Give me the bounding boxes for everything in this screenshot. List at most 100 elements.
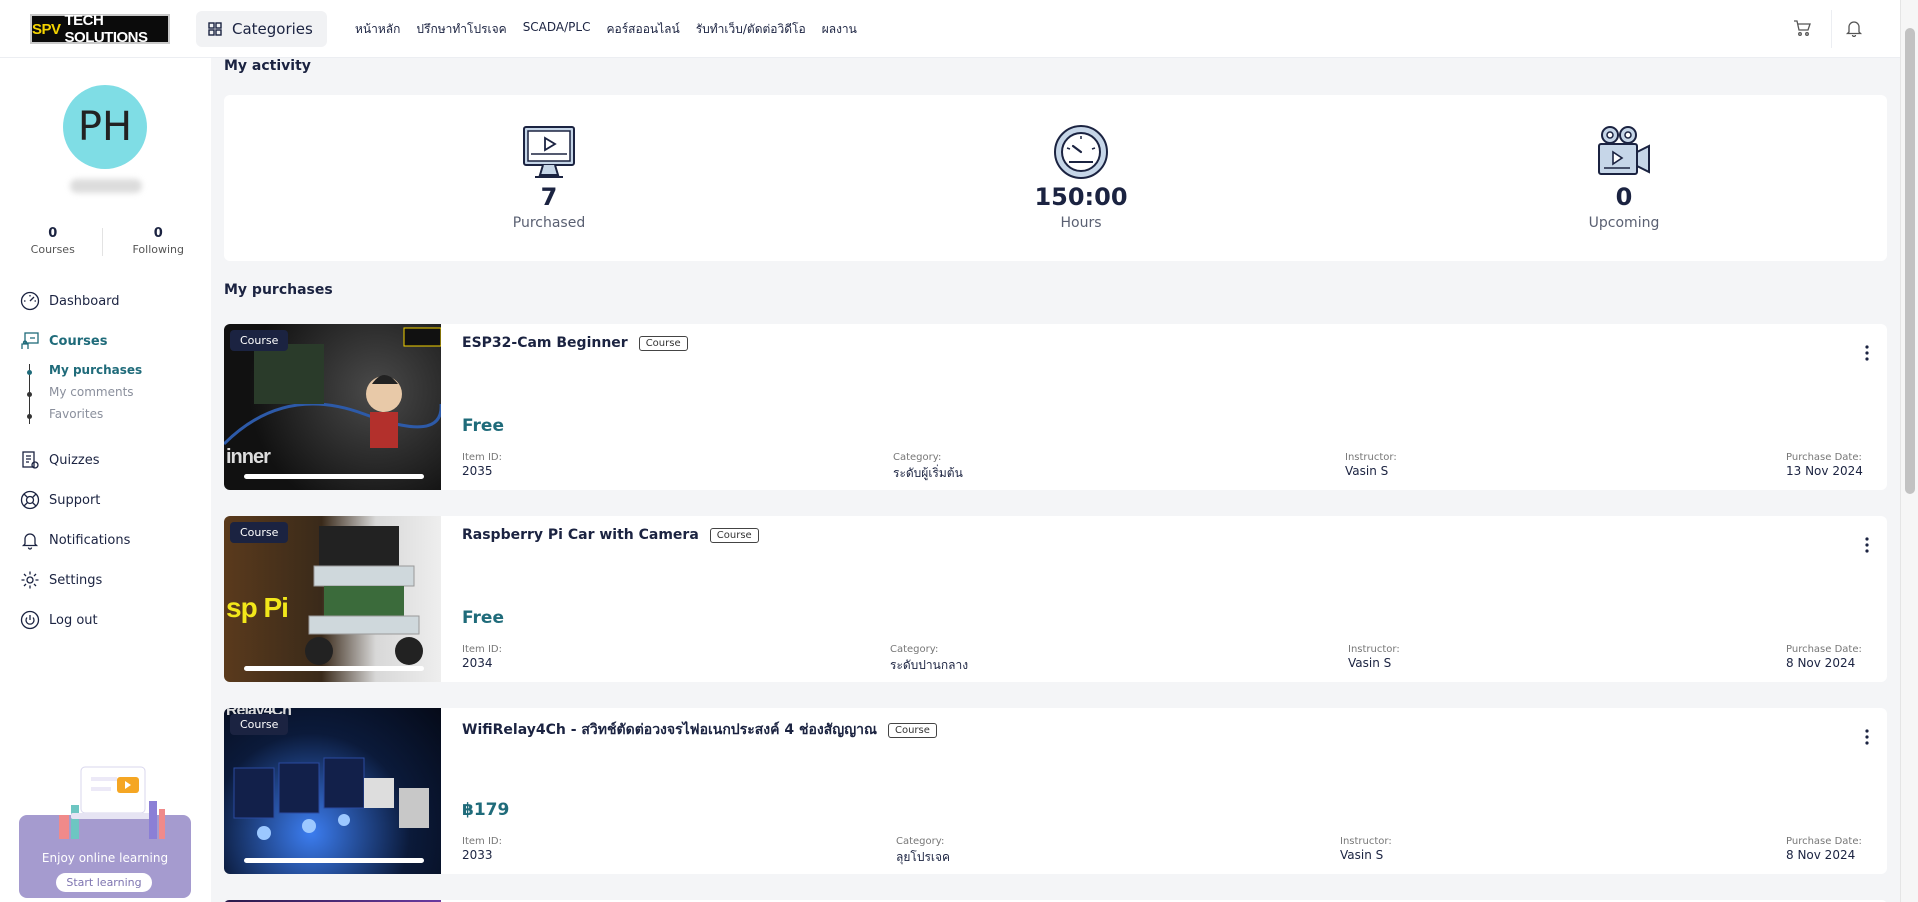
nav-portfolio[interactable]: ผลงาน xyxy=(822,20,857,39)
nav-home[interactable]: หน้าหลัก xyxy=(355,20,400,39)
sidebar-item-label: Support xyxy=(49,492,101,508)
sidebar-item-support[interactable]: Support xyxy=(20,490,100,510)
grid-icon xyxy=(208,22,222,36)
thumbnail-badge: Course xyxy=(230,330,289,351)
sidebar-item-logout[interactable]: Log out xyxy=(20,610,98,630)
avatar-initials: PH xyxy=(77,104,133,150)
course-price: ฿179 xyxy=(462,800,510,820)
course-thumbnail[interactable]: inner Course xyxy=(224,324,441,490)
course-title[interactable]: WifiRelay4Ch - สวิทช์ตัดต่อวงจรไฟอเนกประ… xyxy=(462,719,937,741)
sidebar-item-quizzes[interactable]: Quizzes xyxy=(20,450,100,470)
course-price: Free xyxy=(462,608,504,628)
bell-icon[interactable] xyxy=(1842,16,1866,40)
top-bar: SPV TECH SOLUTIONS Categories หน้าหลัก ป… xyxy=(0,0,1900,58)
sidebar-item-label: Quizzes xyxy=(49,452,100,468)
gear-icon xyxy=(21,571,39,589)
purchase-date-label: Purchase Date: xyxy=(1786,836,1862,847)
logo[interactable]: SPV TECH SOLUTIONS xyxy=(30,12,170,46)
logo-text-left: SPV xyxy=(32,20,61,38)
nav-scada[interactable]: SCADA/PLC xyxy=(523,20,591,39)
sidebar-item-notifications[interactable]: Notifications xyxy=(20,530,130,550)
power-icon xyxy=(20,610,40,630)
item-id-field: Item ID: 2034 xyxy=(462,644,502,670)
purchase-card[interactable]: Relay4Ch Course WifiRelay4Ch - สวิทช์ตัด… xyxy=(224,708,1887,874)
category-label: Category: xyxy=(893,452,942,463)
cart-icon[interactable] xyxy=(1790,16,1814,40)
category-value: ระดับปานกลาง xyxy=(890,658,969,672)
thumbnail-text: sp Pi xyxy=(226,592,289,623)
category-value: ลุยโปรเจค xyxy=(896,850,951,864)
purchase-date-value: 13 Nov 2024 xyxy=(1786,464,1863,478)
courses-label: Courses xyxy=(30,243,75,256)
profile-stats: 0 Courses 0 Following xyxy=(0,226,211,256)
course-title[interactable]: ESP32-Cam Beginner Course xyxy=(462,335,688,351)
progress-bar xyxy=(244,858,424,863)
more-options-icon[interactable] xyxy=(1860,728,1874,746)
avatar[interactable]: PH xyxy=(63,85,147,169)
gauge-icon xyxy=(1054,125,1108,179)
thumbnail-badge: Course xyxy=(230,714,289,735)
sidebar-item-settings[interactable]: Settings xyxy=(20,570,102,590)
course-thumbnail[interactable]: sp Pi Course xyxy=(224,516,441,682)
purchases-title: My purchases xyxy=(224,282,333,298)
more-options-icon[interactable] xyxy=(1860,536,1874,554)
instructor-field: Instructor: Vasin S xyxy=(1340,836,1392,862)
sidebar-item-label: Notifications xyxy=(49,532,131,548)
categories-button[interactable]: Categories xyxy=(196,11,327,47)
dashboard-icon xyxy=(20,291,40,311)
more-options-icon[interactable] xyxy=(1860,344,1874,362)
item-id-label: Item ID: xyxy=(462,836,502,847)
start-learning-button[interactable]: Start learning xyxy=(56,873,152,892)
hours-value: 150:00 xyxy=(1034,183,1128,211)
purchase-date-field: Purchase Date: 8 Nov 2024 xyxy=(1786,836,1862,862)
bell-icon xyxy=(21,533,39,550)
activity-title: My activity xyxy=(224,58,311,74)
instructor-field: Instructor: Vasin S xyxy=(1348,644,1400,670)
sidebar-item-courses[interactable]: Courses xyxy=(20,331,107,351)
purchase-date-label: Purchase Date: xyxy=(1786,452,1862,463)
submenu-dot xyxy=(27,392,32,397)
course-price: Free xyxy=(462,416,504,436)
sidebar-item-label: Settings xyxy=(49,572,103,588)
category-field: Category: ลุยโปรเจค xyxy=(896,836,950,867)
support-icon xyxy=(20,490,40,510)
submenu-favorites[interactable]: Favorites xyxy=(49,407,103,421)
hours-label: Hours xyxy=(1060,215,1102,231)
thumbnail-badge: Course xyxy=(230,522,289,543)
submenu-my-purchases[interactable]: My purchases xyxy=(49,363,142,377)
category-field: Category: ระดับผู้เริ่มต้น xyxy=(893,452,963,483)
sidebar-item-label: Log out xyxy=(49,612,98,628)
course-thumbnail[interactable]: Relay4Ch Course xyxy=(224,708,441,874)
sidebar-item-label: Courses xyxy=(49,333,108,349)
nav-consult[interactable]: ปรึกษาทำโปรเจค xyxy=(416,20,506,39)
purchased-label: Purchased xyxy=(512,215,586,231)
nav-courses[interactable]: คอร์สออนไลน์ xyxy=(606,20,679,39)
purchase-date-label: Purchase Date: xyxy=(1786,644,1862,655)
main-nav: หน้าหลัก ปรึกษาทำโปรเจค SCADA/PLC คอร์สอ… xyxy=(355,20,857,39)
category-value: ระดับผู้เริ่มต้น xyxy=(893,466,963,480)
nav-web-video[interactable]: รับทำเว็บ/ตัดต่อวิดีโอ xyxy=(696,20,806,39)
submenu-dot xyxy=(27,370,32,375)
page-scrollbar[interactable] xyxy=(1900,0,1918,902)
purchase-card[interactable]: inner Course ESP32-Cam Beginner Course Fr… xyxy=(224,324,1887,490)
item-id-value: 2035 xyxy=(462,464,493,478)
activity-panel: 7 Purchased 150:00 Hours 0 Upcoming xyxy=(224,95,1887,261)
main-content: My activity 7 Purchased 150:00 Hours 0 U… xyxy=(211,58,1900,902)
promo-banner: Enjoy online learning Start learning xyxy=(19,757,191,898)
promo-text: Enjoy online learning xyxy=(41,851,169,865)
submenu-my-comments[interactable]: My comments xyxy=(49,385,134,399)
item-id-value: 2033 xyxy=(462,848,493,862)
category-label: Category: xyxy=(896,836,945,847)
logo-text-right: TECH SOLUTIONS xyxy=(64,12,149,46)
user-name-blurred xyxy=(70,179,142,193)
thumbnail-text: inner xyxy=(226,446,271,468)
video-camera-icon xyxy=(1598,126,1650,175)
instructor-field: Instructor: Vasin S xyxy=(1345,452,1397,478)
instructor-value: Vasin S xyxy=(1340,848,1384,862)
course-title[interactable]: Raspberry Pi Car with Camera Course xyxy=(462,527,759,543)
sidebar-item-dashboard[interactable]: Dashboard xyxy=(20,291,120,311)
scrollbar-thumb[interactable] xyxy=(1905,28,1915,494)
purchase-card[interactable]: sp Pi Course Raspberry Pi Car with Camer… xyxy=(224,516,1887,682)
purchased-value: 7 xyxy=(540,183,558,211)
item-id-label: Item ID: xyxy=(462,644,502,655)
